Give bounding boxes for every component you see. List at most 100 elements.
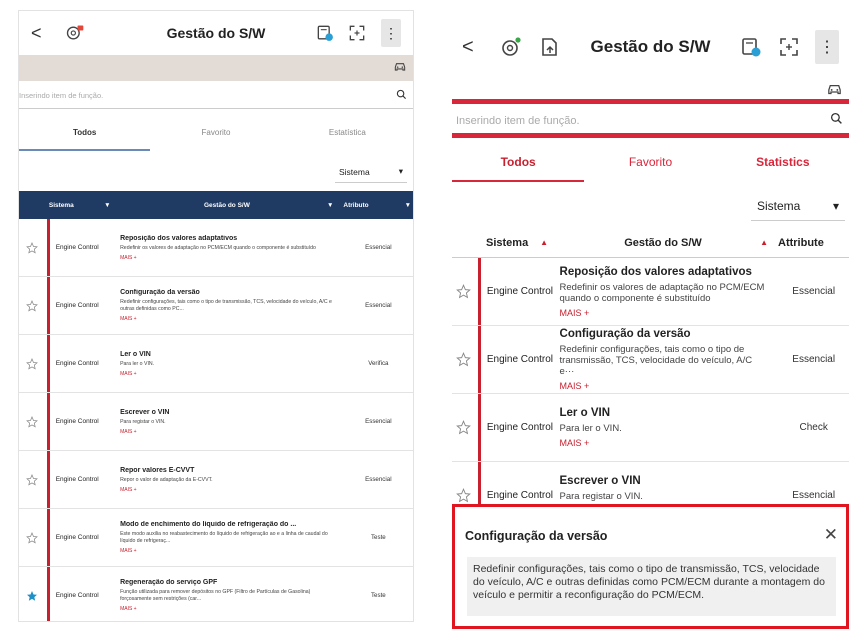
row-function-title: Reposição dos valores adaptativos [120,234,238,242]
row-function-title: Regeneração do serviço GPF [120,579,218,586]
sort-up-icon: ▲ [760,238,768,247]
row-function-desc: Para registar o VIN. [559,491,643,502]
fullscreen-icon[interactable] [347,23,367,43]
left-screen: < Gestão do S/W ⋮ Inserindo item de funç… [18,10,414,622]
system-column-header[interactable]: Sistema ▼ [45,202,115,209]
favorite-star-icon[interactable] [19,415,45,428]
row-function[interactable]: Repor valores E-CVVT Repor o valor de ada… [116,451,340,508]
back-button[interactable]: < [462,36,488,59]
more-link[interactable]: MAIS + [120,429,336,435]
more-link[interactable]: MAIS + [120,255,336,261]
system-select[interactable]: Sistema ▾ [751,191,845,221]
table-row[interactable]: Engine Control Ler o VIN Para ler o VIN. MA… [19,335,413,393]
vehicle-diagnostic-icon[interactable] [500,35,524,59]
tab-favorites[interactable]: Favorito [150,115,281,151]
search-icon[interactable] [830,112,843,130]
row-attribute: Check [799,422,828,433]
system-filter: Sistema ▾ [452,186,849,226]
search-input[interactable]: Inserindo item de função. [456,115,830,127]
favorite-star-icon[interactable] [452,352,476,367]
tab-all[interactable]: Todos [452,142,585,182]
row-function-desc: Para ler o VIN. [559,423,622,434]
row-system: Engine Control [46,567,116,621]
table-row[interactable]: Engine Control Modo de enchimento do líqu… [19,509,413,567]
row-system: Engine Control [477,326,554,393]
row-system: Engine Control [477,394,554,461]
search-bar[interactable]: Inserindo item de função. [452,108,849,138]
function-column-header[interactable]: Gestão do S/W ▲ [552,237,774,249]
row-function[interactable]: Configuração da versão Redefinir configur… [554,326,775,393]
function-column-header[interactable]: Gestão do S/W ▼ [115,202,340,209]
row-function[interactable]: Reposição dos valores adaptativos Redefin… [554,258,775,325]
row-attribute: Essencial [792,490,836,501]
favorite-star-icon[interactable] [19,299,45,312]
favorite-star-icon[interactable] [19,241,45,254]
row-attribute: Essencial [365,244,392,251]
tab-statistics[interactable]: Statistics [717,142,849,182]
system-select[interactable]: Sistema ▾ [335,161,407,183]
more-link[interactable]: MAIS + [120,487,336,493]
row-function-title: Ler o VIN [120,350,151,358]
row-function[interactable]: Reposição dos valores adaptativos Redefin… [116,219,340,276]
search-bar[interactable]: Inserindo item de função. [19,83,413,109]
row-attribute: Essencial [365,302,392,309]
tab-all[interactable]: Todos [19,115,151,151]
fullscreen-icon[interactable] [777,35,801,59]
table-row[interactable]: Engine Control Reposição dos valores adap… [19,219,413,277]
search-icon[interactable] [396,87,407,105]
row-function-desc: Redefinir os valores de adaptação no PCM… [559,281,765,304]
row-function-desc: Repor o valor de adaptação da E-CVVT. [120,476,213,483]
favorite-star-icon[interactable] [452,284,476,299]
row-function[interactable]: Regeneração do serviço GPF Função utiliza… [116,567,340,621]
more-link[interactable]: MAIS + [120,371,336,377]
vci-device-icon[interactable] [315,23,335,43]
row-function[interactable]: Modo de enchimento do líquido de refrige… [116,509,340,566]
attribute-column-header[interactable]: Atributo ▼ [339,202,413,209]
table-row[interactable]: Engine Control Repor valores E-CVVT Repor … [19,451,413,509]
car-icon[interactable] [393,59,407,78]
row-function[interactable]: Ler o VIN Para ler o VIN. MAIS + [554,394,775,461]
system-column-header[interactable]: Sistema ▲ [476,237,552,249]
chevron-down-icon: ▾ [832,198,839,213]
more-link[interactable]: MAIS + [120,548,336,554]
more-link[interactable]: MAIS + [560,308,769,318]
back-button[interactable]: < [31,23,53,44]
table-row[interactable]: Engine Control Ler o VIN Para ler o VIN. MA… [452,394,849,462]
more-link[interactable]: MAIS + [120,606,336,612]
favorite-star-icon[interactable] [452,488,476,503]
function-list: Engine Control Reposição dos valores adap… [19,219,413,621]
table-row[interactable]: Engine Control Reposição dos valores adap… [452,258,849,326]
table-row[interactable]: Engine Control Escrever o VIN Para regista… [19,393,413,451]
favorite-star-icon[interactable] [19,590,45,602]
favorite-star-icon[interactable] [19,473,45,486]
table-row[interactable]: Engine Control Regeneração do serviço GPF… [19,567,413,621]
table-row[interactable]: Engine Control Configuração da versão Rede… [19,277,413,335]
favorite-star-icon[interactable] [452,420,476,435]
system-select-value: Sistema [339,166,370,177]
row-function[interactable]: Ler o VIN Para ler o VIN. MAIS + [116,335,340,392]
row-function[interactable]: Escrever o VIN Para registar o VIN. MAIS + [116,393,340,450]
more-menu-button[interactable]: ⋮ [815,30,839,64]
vci-device-icon[interactable] [739,35,763,59]
more-link[interactable]: MAIS + [560,438,769,448]
table-row[interactable]: Engine Control Configuração da versão Rede… [452,326,849,394]
favorite-star-icon[interactable] [19,531,45,544]
tab-statistics[interactable]: Estatística [282,115,413,151]
row-system: Engine Control [46,451,116,508]
close-icon[interactable]: ✕ [824,525,838,545]
vehicle-diagnostic-icon[interactable] [65,23,85,43]
more-link[interactable]: MAIS + [120,316,336,322]
chevron-down-icon: ▾ [398,166,403,176]
search-input[interactable]: Inserindo item de função. [19,91,396,100]
tab-bar: Todos Favorito Estatística [19,115,413,151]
row-function-title: Ler o VIN [559,407,610,419]
more-link[interactable]: MAIS + [560,381,769,391]
tab-favorites[interactable]: Favorito [584,142,716,182]
attribute-column-header[interactable]: Attribute [774,237,849,249]
favorite-star-icon[interactable] [19,357,45,370]
more-menu-button[interactable]: ⋮ [381,19,401,47]
row-attribute: Essencial [365,476,392,483]
ecu-update-icon[interactable] [538,35,562,59]
row-function[interactable]: Configuração da versão Redefinir configur… [116,277,340,334]
car-icon[interactable] [826,80,843,102]
